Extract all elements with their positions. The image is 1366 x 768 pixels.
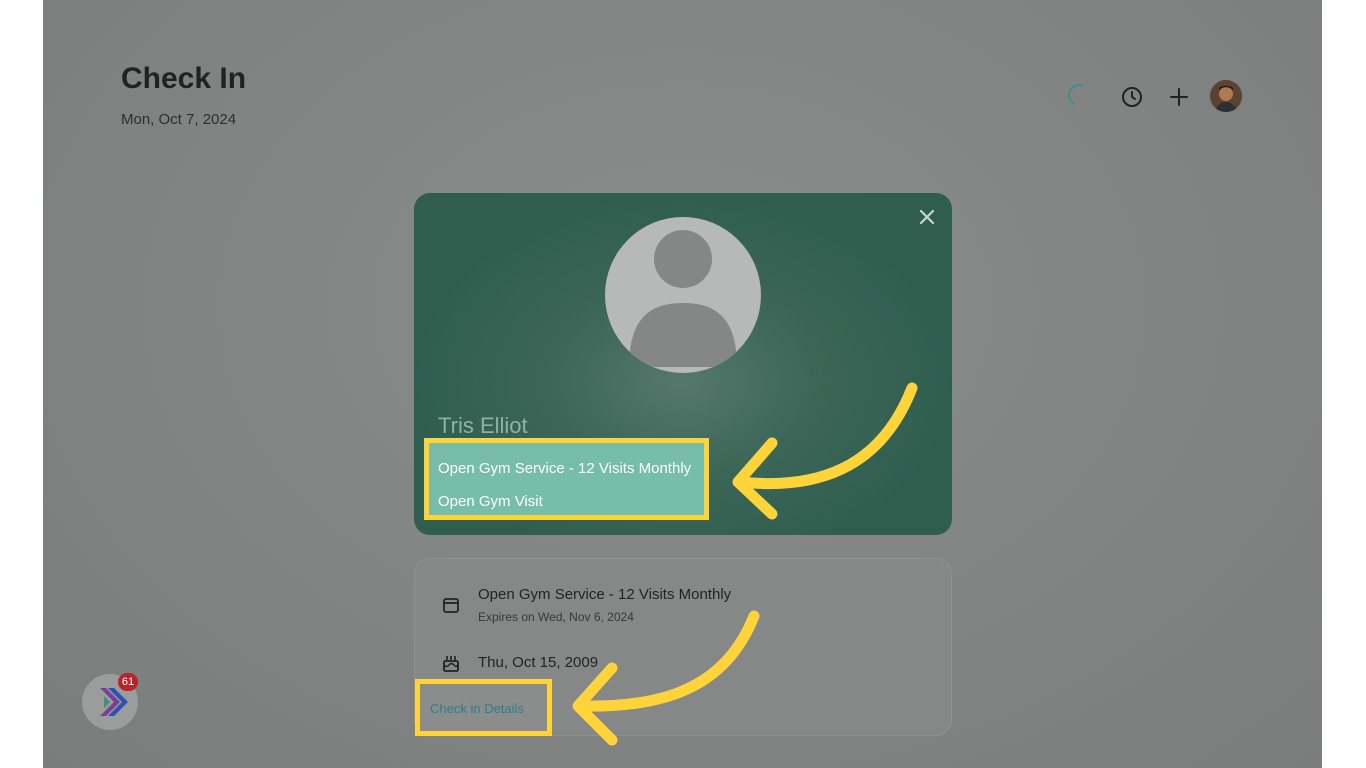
- service-item: Open Gym Visit: [438, 493, 543, 510]
- member-services: Open Gym Service - 12 Visits Monthly Ope…: [424, 438, 709, 520]
- page-title: Check In: [121, 62, 247, 95]
- top-actions: [1063, 80, 1273, 114]
- birthday-cake-icon: [443, 656, 459, 672]
- loading-spinner-icon: [1064, 80, 1094, 110]
- member-details-card: Open Gym Service - 12 Visits Monthly Exp…: [414, 558, 952, 736]
- birthday-date: Thu, Oct 15, 2009: [478, 654, 599, 671]
- member-card: Tris Elliot Open Gym Service - 12 Visits…: [414, 193, 952, 535]
- plus-icon[interactable]: [1167, 85, 1191, 109]
- avatar[interactable]: [1210, 80, 1242, 112]
- notification-badge: 61: [118, 673, 138, 691]
- avatar-photo: [1210, 80, 1242, 112]
- service-item: Open Gym Service - 12 Visits Monthly: [438, 460, 692, 477]
- app-screen: Check In Mon, Oct 7, 2024 Tris Elliot Op…: [43, 0, 1322, 768]
- check-in-details-link[interactable]: Check in Details: [430, 701, 524, 716]
- member-name: Tris Elliot: [438, 413, 528, 438]
- person-icon: [629, 230, 737, 367]
- member-photo-placeholder: [605, 217, 761, 373]
- check-in-details-button[interactable]: Check in Details: [415, 679, 552, 736]
- clock-icon[interactable]: [1120, 85, 1144, 109]
- close-icon[interactable]: [918, 208, 936, 226]
- page-date: Mon, Oct 7, 2024: [121, 111, 237, 128]
- membership-title: Open Gym Service - 12 Visits Monthly: [478, 586, 732, 603]
- membership-expiry: Expires on Wed, Nov 6, 2024: [478, 610, 634, 624]
- box-icon: [443, 598, 459, 613]
